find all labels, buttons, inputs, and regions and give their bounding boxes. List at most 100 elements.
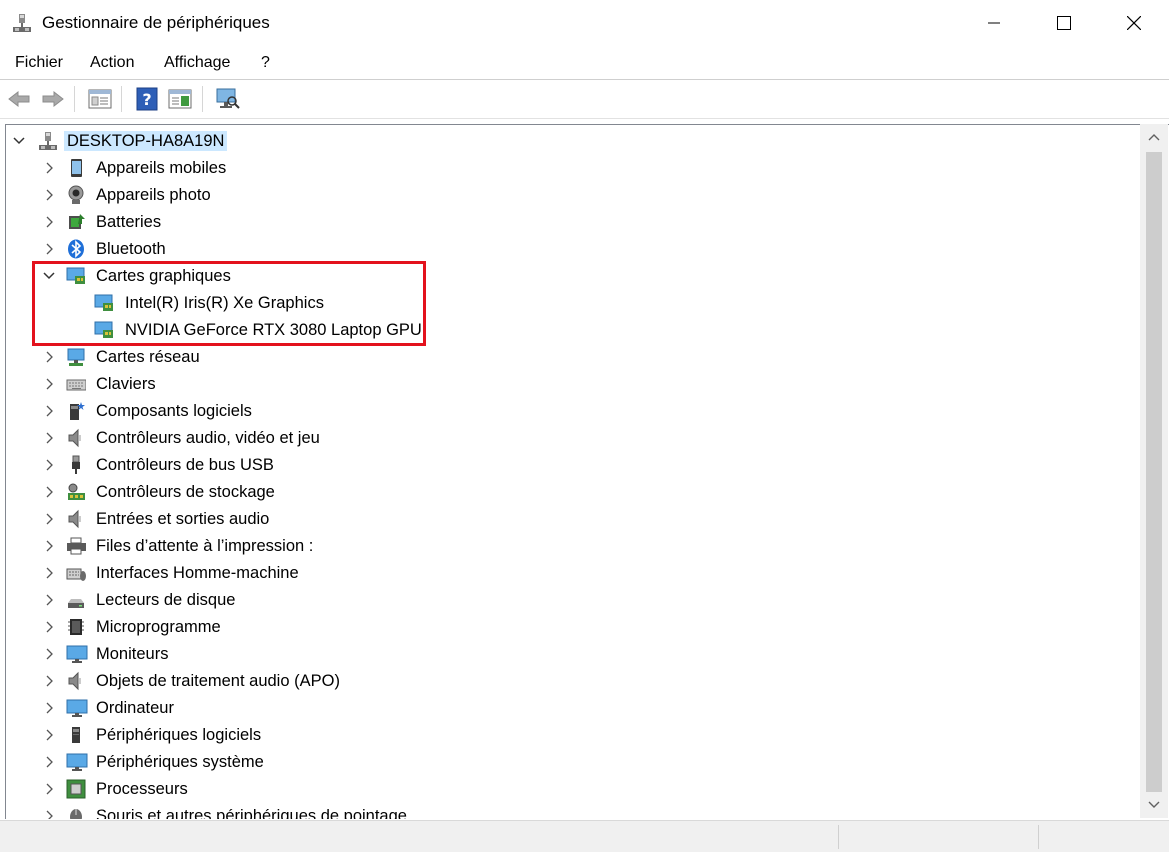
scan-hardware-button[interactable] — [215, 86, 241, 112]
close-button[interactable] — [1099, 0, 1169, 46]
help-button[interactable]: ? — [134, 86, 160, 112]
scroll-down-button[interactable] — [1140, 792, 1168, 818]
status-bar — [0, 820, 1169, 852]
tree-item-controleurs-usb[interactable]: Contrôleurs de bus USB — [6, 452, 1139, 479]
software-component-icon — [66, 401, 86, 421]
tree-item-processeurs[interactable]: Processeurs — [6, 776, 1139, 803]
view-button[interactable] — [167, 86, 193, 112]
mouse-icon — [66, 806, 86, 819]
minimize-icon — [988, 22, 1000, 24]
monitor-icon — [66, 644, 88, 664]
chevron-right-icon[interactable] — [42, 404, 56, 418]
highlight-annotation — [32, 261, 426, 346]
tree-item-label: Périphériques logiciels — [96, 726, 262, 744]
disk-drive-icon — [66, 590, 86, 610]
tree-item-label: Appareils photo — [96, 186, 211, 204]
camera-icon — [66, 185, 86, 205]
scan-hardware-icon — [216, 88, 240, 109]
speaker-icon — [66, 428, 86, 448]
network-adapter-icon — [66, 347, 86, 367]
scroll-up-button[interactable] — [1140, 124, 1168, 150]
tree-item-label: Appareils mobiles — [96, 159, 227, 177]
tree-item-interfaces-homme-machine[interactable]: Interfaces Homme-machine — [6, 560, 1139, 587]
tree-item-label: Microprogramme — [96, 618, 221, 636]
menu-fichier[interactable]: Fichier — [15, 54, 63, 72]
tree-item-peripheriques-logiciels[interactable]: Périphériques logiciels — [6, 722, 1139, 749]
chevron-right-icon[interactable] — [42, 809, 56, 819]
computer-icon — [66, 698, 88, 718]
maximize-icon — [1057, 16, 1071, 30]
forward-arrow-icon — [42, 90, 64, 108]
menu-affichage[interactable]: Affichage — [164, 54, 230, 72]
chevron-right-icon[interactable] — [42, 188, 56, 202]
chevron-down-icon[interactable] — [12, 134, 26, 148]
chevron-down-icon — [1148, 801, 1160, 808]
menu-help[interactable]: ? — [261, 54, 270, 72]
tree-item-label: Batteries — [96, 213, 162, 231]
chevron-right-icon[interactable] — [42, 566, 56, 580]
tree-item-microprogramme[interactable]: Microprogramme — [6, 614, 1139, 641]
tree-item-label: Cartes réseau — [96, 348, 200, 366]
chevron-right-icon[interactable] — [42, 431, 56, 445]
tree-item-label: Moniteurs — [96, 645, 169, 663]
chevron-right-icon[interactable] — [42, 215, 56, 229]
tree-item-label: Processeurs — [96, 780, 188, 798]
tree-item-peripheriques-systeme[interactable]: Périphériques système — [6, 749, 1139, 776]
tree-item-lecteurs-disque[interactable]: Lecteurs de disque — [6, 587, 1139, 614]
tree-item-moniteurs[interactable]: Moniteurs — [6, 641, 1139, 668]
chevron-right-icon[interactable] — [42, 458, 56, 472]
toolbar-separator — [121, 86, 122, 112]
chevron-right-icon[interactable] — [42, 728, 56, 742]
chevron-right-icon[interactable] — [42, 485, 56, 499]
back-button[interactable] — [6, 86, 32, 112]
tree-item-souris[interactable]: Souris et autres périphériques de pointa… — [6, 803, 1139, 819]
menu-bar: Fichier Action Affichage ? — [0, 48, 1169, 80]
tree-item-claviers[interactable]: Claviers — [6, 371, 1139, 398]
chevron-right-icon[interactable] — [42, 620, 56, 634]
chevron-right-icon[interactable] — [42, 593, 56, 607]
tree-item-ordinateur[interactable]: Ordinateur — [6, 695, 1139, 722]
tree-root[interactable]: DESKTOP-HA8A19N — [6, 128, 1139, 155]
tree-item-batteries[interactable]: Batteries — [6, 209, 1139, 236]
chevron-right-icon[interactable] — [42, 674, 56, 688]
chevron-right-icon[interactable] — [42, 782, 56, 796]
chevron-right-icon[interactable] — [42, 701, 56, 715]
status-separator — [1038, 825, 1039, 849]
svg-text:?: ? — [142, 90, 151, 109]
chevron-right-icon[interactable] — [42, 161, 56, 175]
chevron-right-icon[interactable] — [42, 350, 56, 364]
keyboard-icon — [66, 374, 87, 394]
scrollbar-thumb[interactable] — [1146, 152, 1162, 792]
maximize-button[interactable] — [1029, 0, 1099, 46]
chevron-right-icon[interactable] — [42, 755, 56, 769]
tree-item-controleurs-stockage[interactable]: Contrôleurs de stockage — [6, 479, 1139, 506]
tree-item-entrees-sorties-audio[interactable]: Entrées et sorties audio — [6, 506, 1139, 533]
tree-item-files-impression[interactable]: Files d’attente à l’impression : — [6, 533, 1139, 560]
tree-item-bluetooth[interactable]: Bluetooth — [6, 236, 1139, 263]
properties-button[interactable] — [87, 86, 113, 112]
chevron-right-icon[interactable] — [42, 242, 56, 256]
tree-item-label: Ordinateur — [96, 699, 174, 717]
vertical-scrollbar[interactable] — [1140, 124, 1168, 818]
chevron-right-icon[interactable] — [42, 539, 56, 553]
tree-item-label: Interfaces Homme-machine — [96, 564, 299, 582]
toolbar-separator — [74, 86, 75, 112]
device-tree[interactable]: DESKTOP-HA8A19N Appareils mobiles Appare… — [5, 124, 1169, 819]
mobile-device-icon — [66, 158, 86, 178]
tree-item-cartes-reseau[interactable]: Cartes réseau — [6, 344, 1139, 371]
menu-action[interactable]: Action — [90, 54, 134, 72]
minimize-button[interactable] — [959, 0, 1029, 46]
tree-item-objets-audio-apo[interactable]: Objets de traitement audio (APO) — [6, 668, 1139, 695]
tree-item-appareils-mobiles[interactable]: Appareils mobiles — [6, 155, 1139, 182]
view-icon — [168, 89, 192, 109]
hid-icon — [66, 563, 86, 583]
chevron-right-icon[interactable] — [42, 377, 56, 391]
software-device-icon — [66, 725, 86, 745]
tree-item-appareils-photo[interactable]: Appareils photo — [6, 182, 1139, 209]
tree-item-controleurs-audio[interactable]: Contrôleurs audio, vidéo et jeu — [6, 425, 1139, 452]
tree-item-composants-logiciels[interactable]: Composants logiciels — [6, 398, 1139, 425]
forward-button[interactable] — [40, 86, 66, 112]
chevron-right-icon[interactable] — [42, 512, 56, 526]
chevron-right-icon[interactable] — [42, 647, 56, 661]
tree-item-label: Lecteurs de disque — [96, 591, 236, 609]
